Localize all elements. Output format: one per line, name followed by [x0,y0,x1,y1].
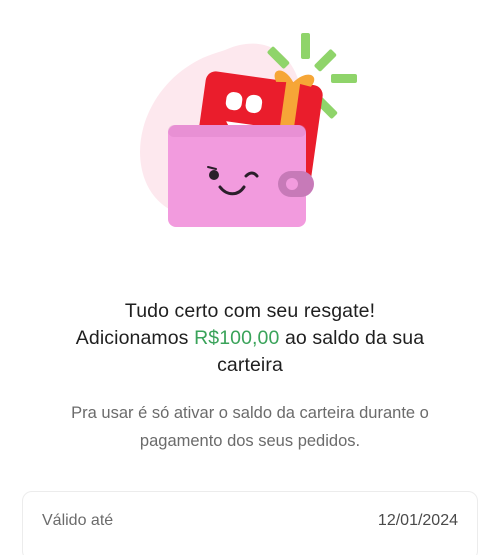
success-message: Tudo certo com seu resgate! Adicionamos … [20,298,480,379]
amount-suffix: ao saldo da sua [284,327,425,349]
validity-card: Válido até 12/01/2024 [22,491,478,555]
usage-instructions: Pra usar é só ativar o saldo da carteira… [71,404,429,450]
success-amount-line: Adicionamos R$100,00 ao saldo da sua [20,325,480,352]
validity-date: 12/01/2024 [377,512,458,529]
validity-label: Válido até [42,512,114,529]
credit-amount: R$100,00 [194,327,280,349]
success-line-3: carteira [217,354,283,376]
redeem-success-screen: Tudo certo com seu resgate! Adicionamos … [0,0,500,555]
wallet-with-gift-card-icon [130,30,370,240]
success-title: Tudo certo com seu resgate! [124,300,376,322]
amount-prefix: Adicionamos [75,327,189,349]
